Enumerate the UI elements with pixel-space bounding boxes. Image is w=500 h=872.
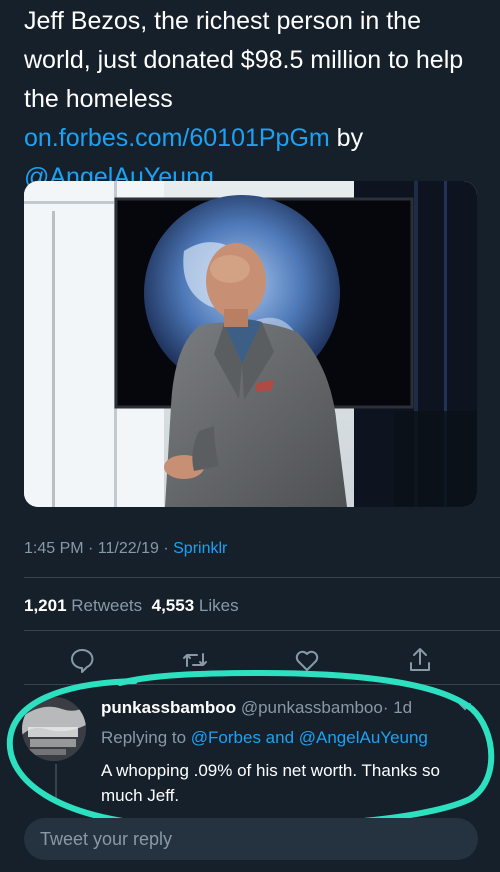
tweet-text-body: Jeff Bezos, the richest person in the wo… — [24, 7, 464, 113]
likes-label: Likes — [198, 596, 239, 615]
share-icon — [410, 648, 430, 671]
likes-count: 4,553 — [151, 596, 195, 615]
tweet-timestamp: 1:45 PM · 11/22/19 · — [24, 540, 174, 557]
reply-icon — [71, 648, 94, 673]
tweet-actions — [0, 645, 500, 675]
heart-icon — [295, 650, 319, 671]
share-button[interactable] — [405, 645, 435, 675]
tweet-photo[interactable] — [24, 181, 477, 507]
thread-line — [55, 764, 57, 804]
retweet-button[interactable] — [180, 645, 210, 675]
reply-text: A whopping .09% of his net worth. Thanks… — [101, 761, 440, 805]
divider — [24, 577, 500, 578]
reply-time: · 1d — [382, 698, 413, 717]
reply-button[interactable] — [67, 645, 97, 675]
divider — [24, 630, 500, 631]
replying-to: Replying to @Forbes and @AngelAuYeung — [101, 728, 428, 748]
reply-composer[interactable] — [24, 818, 478, 860]
reply-author-handle[interactable]: @punkassbamboo — [241, 698, 383, 717]
like-button[interactable] — [292, 645, 322, 675]
photo-illustration — [24, 181, 477, 507]
avatar-image — [22, 697, 86, 761]
retweets-count: 1,201 — [24, 596, 67, 615]
tweet-source-link[interactable]: Sprinklr — [173, 540, 227, 557]
replying-to-users-link[interactable]: @Forbes and @AngelAuYeung — [191, 728, 428, 747]
reply-input[interactable] — [24, 818, 478, 860]
reply-header: punkassbamboo @punkassbamboo· 1d — [101, 698, 412, 718]
tweet-by: by — [329, 124, 364, 152]
retweet-icon — [183, 653, 207, 667]
reply-author-name[interactable]: punkassbamboo — [101, 698, 236, 717]
reply-tweet[interactable]: punkassbamboo @punkassbamboo· 1d Replyin… — [0, 686, 500, 816]
tweet-stats: 1,201 Retweets 4,553 Likes — [24, 596, 239, 616]
avatar[interactable] — [22, 697, 86, 761]
tweet-text: Jeff Bezos, the richest person in the wo… — [24, 2, 484, 197]
tweet-link[interactable]: on.forbes.com/60101PpGm — [24, 124, 330, 152]
chevron-down-icon[interactable] — [458, 700, 472, 714]
likes-stat[interactable]: 4,553 Likes — [152, 596, 239, 615]
retweets-label: Retweets — [71, 596, 143, 615]
replying-prefix: Replying to — [101, 728, 191, 747]
divider — [24, 684, 500, 685]
tweet-meta: 1:45 PM · 11/22/19 · Sprinklr — [24, 540, 227, 558]
retweets-stat[interactable]: 1,201 Retweets — [24, 596, 142, 615]
